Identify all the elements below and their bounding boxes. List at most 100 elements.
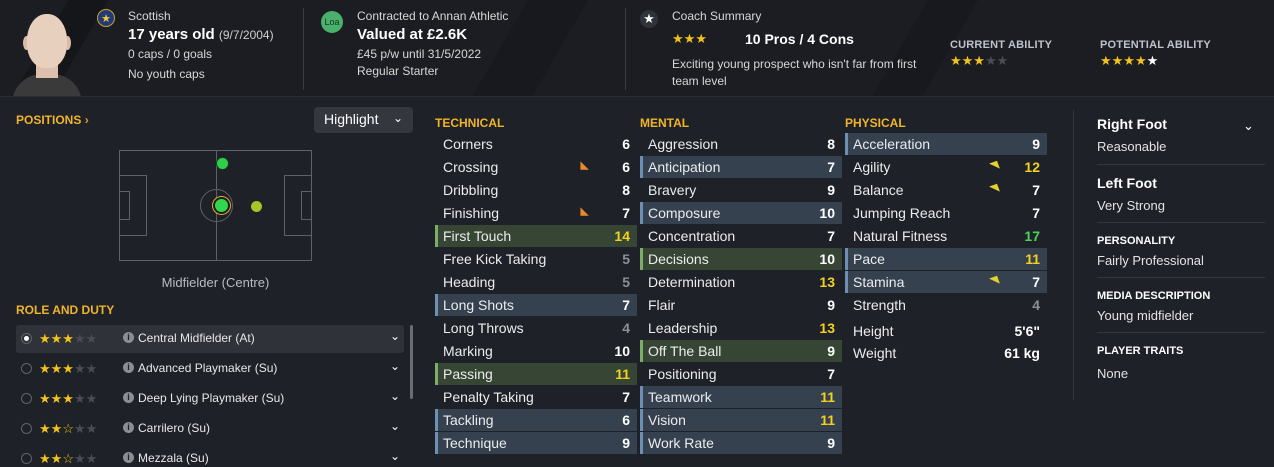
role-name: Deep Lying Playmaker (Su) (138, 391, 285, 405)
attribute-row[interactable]: First Touch 14 (435, 225, 637, 247)
role-name: Central Midfielder (At) (138, 331, 255, 345)
role-stars: ★★☆★★ (39, 451, 98, 466)
role-row[interactable]: ★★★★★ i Deep Lying Playmaker (Su) ⌄ (16, 385, 404, 413)
attribute-row[interactable]: Teamwork 11 (640, 386, 842, 408)
info-icon[interactable]: i (123, 392, 134, 403)
attribute-name: Flair (648, 297, 676, 313)
attribute-name: Positioning (648, 366, 717, 382)
attribute-value: 12 (1024, 159, 1040, 175)
attribute-value: 7 (622, 389, 630, 405)
attribute-row[interactable]: Strength 4 (845, 294, 1047, 316)
attribute-name: Dribbling (443, 182, 499, 198)
attribute-row[interactable]: Bravery 9 (640, 179, 842, 201)
attribute-row[interactable]: Marking 10 (435, 340, 637, 362)
positions-title[interactable]: POSITIONS › (16, 113, 89, 127)
highlight-dropdown[interactable]: Highlight ⌄ (314, 107, 413, 133)
attribute-name: Pace (853, 251, 885, 267)
attribute-row[interactable]: Natural Fitness 17 (845, 225, 1047, 247)
scrollbar[interactable] (410, 325, 413, 399)
coach-summary-label: Coach Summary (672, 9, 762, 23)
role-row[interactable]: ★★☆★★ i Carrilero (Su) ⌄ (16, 415, 404, 443)
role-row[interactable]: ★★★★★ i Advanced Playmaker (Su) ⌄ (16, 355, 404, 383)
info-icon[interactable]: i (123, 362, 134, 373)
attribute-name: Work Rate (648, 435, 714, 451)
attribute-value: 7 (827, 366, 835, 382)
chevron-down-icon[interactable]: ⌄ (390, 389, 400, 403)
attribute-row[interactable]: Technique 9 (435, 432, 637, 454)
attribute-row[interactable]: Concentration 7 (640, 225, 842, 247)
contract-info: Contracted to Annan Athletic (357, 9, 509, 23)
attribute-row[interactable]: Leadership 13 (640, 317, 842, 339)
attribute-row[interactable]: Heading 5 (435, 271, 637, 293)
attribute-row[interactable]: Tackling 6 (435, 409, 637, 431)
physical-title: PHYSICAL (845, 116, 906, 130)
attribute-value: 17 (1024, 228, 1040, 244)
attribute-row[interactable]: Long Shots 7 (435, 294, 637, 316)
weight-row: Weight 61 kg (853, 345, 1040, 361)
radio[interactable] (21, 453, 32, 464)
right-foot-value: Reasonable (1097, 139, 1167, 154)
position-dot (251, 201, 262, 212)
attribute-row[interactable]: Passing 11 (435, 363, 637, 385)
attribute-row[interactable]: Determination 13 (640, 271, 842, 293)
attribute-value: 9 (622, 435, 630, 451)
attribute-name: Leadership (648, 320, 718, 336)
attribute-row[interactable]: Penalty Taking 7 (435, 386, 637, 408)
attribute-row[interactable]: Aggression 8 (640, 133, 842, 155)
attribute-name: Composure (648, 205, 721, 221)
attribute-value: 11 (1025, 251, 1040, 267)
attribute-row[interactable]: Jumping Reach 7 (845, 202, 1047, 224)
radio[interactable] (21, 393, 32, 404)
radio-selected[interactable] (21, 333, 32, 344)
info-icon[interactable]: i (123, 422, 134, 433)
radio[interactable] (21, 423, 32, 434)
attribute-value: 7 (1032, 274, 1040, 290)
radio[interactable] (21, 363, 32, 374)
attribute-row[interactable]: Finishing ◤ 7 (435, 202, 637, 224)
attribute-row[interactable]: Corners 6 (435, 133, 637, 155)
attribute-row[interactable]: Stamina ◥ 7 (845, 271, 1047, 293)
loan-badge-icon: Loa (321, 11, 343, 33)
role-row[interactable]: ★★☆★★ i Mezzala (Su) ⌄ (16, 445, 404, 467)
summary-text-line-1: Exciting young prospect who isn't far fr… (672, 57, 917, 71)
attribute-value: 6 (622, 159, 630, 175)
height-row: Height 5'6" (853, 323, 1040, 339)
attribute-row[interactable]: Work Rate 9 (640, 432, 842, 454)
chevron-down-icon[interactable]: ⌄ (390, 359, 400, 373)
attribute-row[interactable]: Positioning 7 (640, 363, 842, 385)
left-foot-value: Very Strong (1097, 198, 1165, 213)
attribute-row[interactable]: Agility ◥ 12 (845, 156, 1047, 178)
attribute-name: Corners (443, 136, 493, 152)
attribute-row[interactable]: Vision 11 (640, 409, 842, 431)
chevron-down-icon[interactable]: ⌄ (390, 449, 400, 463)
chevron-down-icon: ⌄ (392, 111, 403, 125)
attribute-row[interactable]: Crossing ◤ 6 (435, 156, 637, 178)
role-row[interactable]: ★★★★★ i Central Midfielder (At) ⌄ (16, 325, 404, 353)
attribute-row[interactable]: Balance ◥ 7 (845, 179, 1047, 201)
attribute-row[interactable]: Anticipation 7 (640, 156, 842, 178)
attribute-name: Balance (853, 182, 904, 198)
attribute-name: Long Shots (443, 297, 514, 313)
chevron-down-icon[interactable]: ⌄ (1243, 118, 1254, 134)
attribute-row[interactable]: Off The Ball 9 (640, 340, 842, 362)
attribute-row[interactable]: Free Kick Taking 5 (435, 248, 637, 270)
info-icon[interactable]: i (123, 452, 134, 463)
chevron-down-icon[interactable]: ⌄ (390, 419, 400, 433)
attribute-row[interactable]: Acceleration 9 (845, 133, 1047, 155)
attribute-row[interactable]: Dribbling 8 (435, 179, 637, 201)
attribute-row[interactable]: Long Throws 4 (435, 317, 637, 339)
attribute-row[interactable]: Composure 10 (640, 202, 842, 224)
attribute-row[interactable]: Decisions 10 (640, 248, 842, 270)
trend-icon: ◥ (988, 273, 1001, 289)
role-name: Mezzala (Su) (138, 451, 209, 465)
attribute-value: 7 (827, 228, 835, 244)
info-icon[interactable]: i (123, 332, 134, 343)
chevron-down-icon[interactable]: ⌄ (390, 329, 400, 343)
left-foot-label: Left Foot (1097, 175, 1157, 191)
pros-cons[interactable]: 10 Pros / 4 Cons (745, 31, 854, 47)
attribute-row[interactable]: Flair 9 (640, 294, 842, 316)
attribute-row[interactable]: Pace 11 (845, 248, 1047, 270)
player-avatar (0, 0, 91, 96)
role-stars: ★★★★★ (39, 361, 98, 376)
attribute-name: Marking (443, 343, 493, 359)
